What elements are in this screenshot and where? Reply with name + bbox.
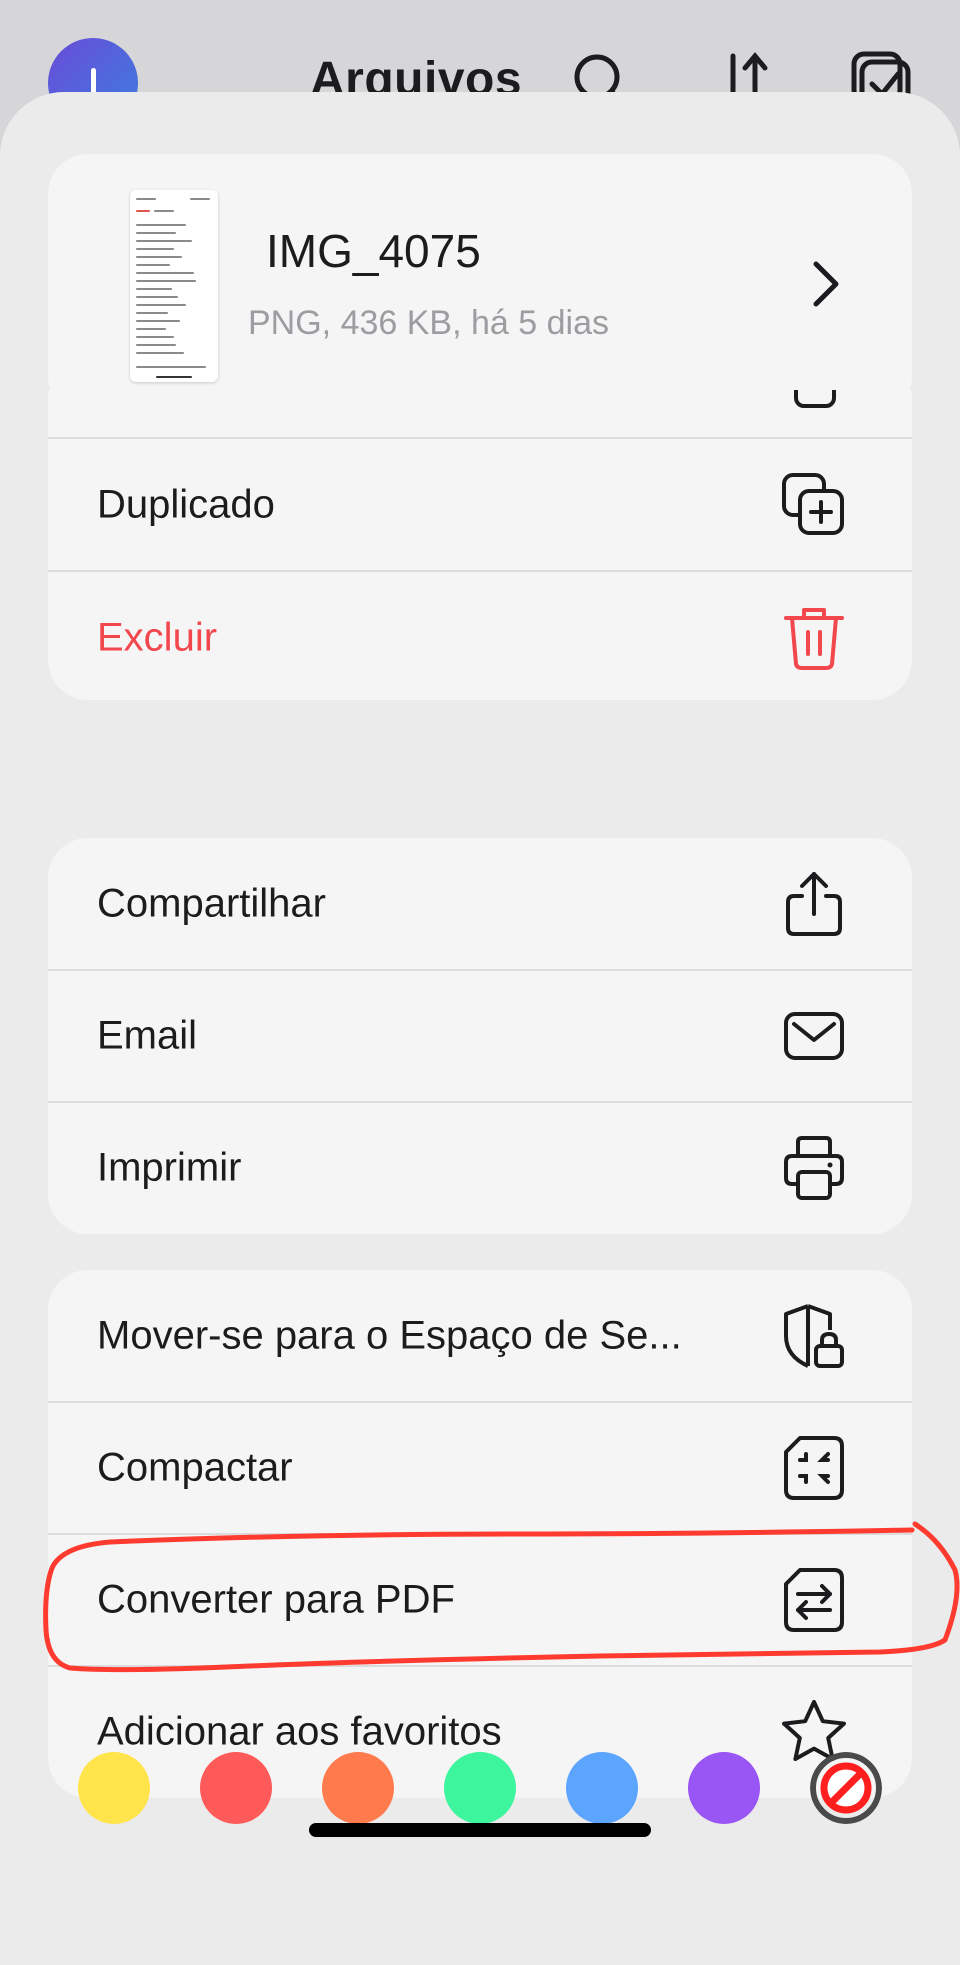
color-tag-blue[interactable] bbox=[566, 1752, 638, 1824]
menu-item-label: Adicionar aos favoritos bbox=[97, 1709, 502, 1753]
menu-group-more: Mover-se para o Espaço de Se... Compacta… bbox=[48, 1270, 912, 1798]
menu-item-label: Compactar bbox=[97, 1445, 293, 1489]
color-tag-green[interactable] bbox=[444, 1752, 516, 1824]
menu-item-label: Duplicado bbox=[97, 482, 275, 526]
file-info-card[interactable]: IMG_4075 PNG, 436 KB, há 5 dias bbox=[48, 154, 912, 416]
menu-item-share[interactable]: Compartilhar bbox=[48, 838, 912, 969]
color-tag-bar bbox=[0, 1752, 960, 1832]
clipped-icon bbox=[794, 390, 836, 408]
menu-group-file-actions: Duplicado Excluir bbox=[48, 390, 912, 700]
menu-item-label: Mover-se para o Espaço de Se... bbox=[97, 1313, 682, 1357]
menu-item-convert-pdf[interactable]: Converter para PDF bbox=[48, 1534, 912, 1665]
mail-icon bbox=[784, 1011, 844, 1060]
color-tag-orange[interactable] bbox=[322, 1752, 394, 1824]
color-tag-purple[interactable] bbox=[688, 1752, 760, 1824]
action-sheet: IMG_4075 PNG, 436 KB, há 5 dias Duplicad… bbox=[0, 92, 960, 1965]
color-tag-yellow[interactable] bbox=[78, 1752, 150, 1824]
menu-item-label: Compartilhar bbox=[97, 881, 326, 925]
menu-item-label: Imprimir bbox=[97, 1145, 242, 1189]
color-tag-red[interactable] bbox=[200, 1752, 272, 1824]
chevron-right-icon[interactable] bbox=[808, 258, 844, 310]
shield-lock-icon bbox=[784, 1303, 844, 1368]
home-indicator bbox=[309, 1823, 651, 1837]
share-icon bbox=[786, 871, 842, 936]
menu-item-compress[interactable]: Compactar bbox=[48, 1402, 912, 1533]
printer-icon bbox=[784, 1135, 844, 1200]
convert-icon bbox=[784, 1567, 844, 1632]
menu-item-delete[interactable]: Excluir bbox=[48, 572, 912, 700]
menu-item-label: Converter para PDF bbox=[97, 1577, 455, 1621]
menu-item-email[interactable]: Email bbox=[48, 970, 912, 1101]
file-name: IMG_4075 bbox=[266, 225, 481, 277]
menu-item-secure-space[interactable]: Mover-se para o Espaço de Se... bbox=[48, 1270, 912, 1401]
no-color-icon[interactable] bbox=[810, 1752, 882, 1824]
menu-group-share: Compartilhar Email Imprimir bbox=[48, 838, 912, 1234]
file-meta: PNG, 436 KB, há 5 dias bbox=[248, 304, 609, 342]
file-thumbnail bbox=[130, 190, 218, 382]
menu-item-print[interactable]: Imprimir bbox=[48, 1102, 912, 1233]
duplicate-icon bbox=[782, 472, 844, 535]
trash-icon bbox=[784, 607, 844, 670]
menu-item-label: Email bbox=[97, 1013, 198, 1057]
menu-item-duplicate[interactable]: Duplicado bbox=[48, 439, 912, 570]
menu-item-label: Excluir bbox=[97, 615, 218, 659]
compress-icon bbox=[784, 1435, 844, 1500]
